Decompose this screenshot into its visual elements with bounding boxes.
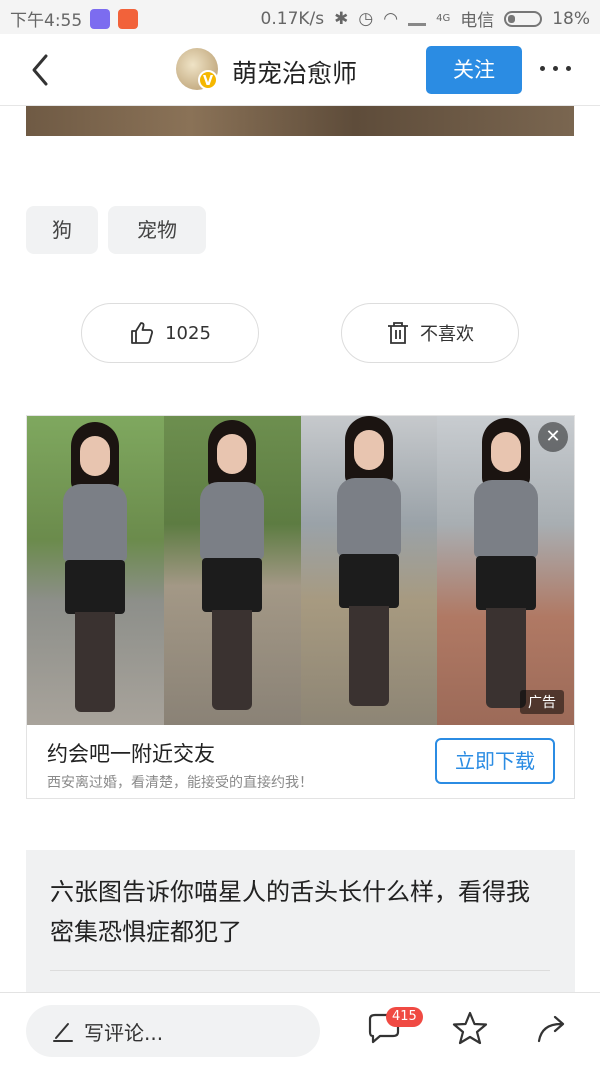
- back-chevron-icon[interactable]: [26, 52, 58, 88]
- trash-icon: [388, 322, 408, 344]
- notification-shield-icon: [118, 8, 139, 29]
- follow-button[interactable]: 关注: [426, 46, 522, 94]
- comment-placeholder: 写评论...: [84, 1020, 164, 1045]
- comment-count-badge: 415: [386, 1007, 423, 1027]
- ad-photo-2: [163, 416, 301, 725]
- status-time: 下午4:55: [10, 11, 83, 31]
- ad-close-icon[interactable]: ✕: [538, 422, 568, 452]
- ad-description: 西安离过婚，看清楚，能接受的直接约我！: [47, 775, 313, 791]
- network-speed: 0.17K/s: [260, 8, 325, 29]
- thumbs-up-icon: [131, 322, 154, 344]
- author-name[interactable]: 萌宠治愈师: [232, 54, 357, 90]
- status-bar: 下午4:55 0.17K/s ✱ ◷ ◠ 4G 电信 18%: [0, 0, 600, 34]
- carrier-name: 电信: [460, 11, 495, 31]
- ad-photo-4: [437, 416, 574, 725]
- ad-photo-1: [27, 416, 164, 725]
- status-right: 0.17K/s ✱ ◷ ◠ 4G 电信 18%: [260, 6, 590, 32]
- ad-title[interactable]: 约会吧一附近交友: [47, 738, 215, 768]
- dislike-button[interactable]: 不喜欢: [341, 303, 519, 363]
- top-nav-bar: V 萌宠治愈师 关注: [0, 34, 600, 106]
- like-button[interactable]: 1025: [81, 303, 259, 363]
- status-left: 下午4:55: [10, 6, 139, 31]
- verified-badge: V: [198, 70, 218, 90]
- related-article-title[interactable]: 六张图告诉你喵星人的舌头长什么样，看得我密集恐惧症都犯了: [50, 872, 550, 952]
- bottom-action-bar: 写评论... 415: [0, 992, 600, 1067]
- divider: [50, 970, 550, 971]
- ad-card[interactable]: ✕ 广告 约会吧一附近交友 西安离过婚，看清楚，能接受的直接约我！ 立即下载: [26, 415, 575, 799]
- signal-icon: [408, 12, 427, 26]
- wifi-icon: ◠: [383, 8, 399, 29]
- ad-photo-strip[interactable]: [27, 416, 574, 725]
- battery-icon: [504, 10, 543, 27]
- tag-dog[interactable]: 狗: [26, 206, 98, 254]
- ad-photo-3: [300, 416, 438, 725]
- network-type: 4G: [436, 13, 451, 24]
- comment-input[interactable]: 写评论...: [26, 1005, 320, 1057]
- more-dots-icon[interactable]: [540, 66, 571, 71]
- battery-level: 18%: [552, 8, 590, 29]
- bluetooth-icon: ✱: [334, 8, 349, 29]
- related-article-card[interactable]: 六张图告诉你喵星人的舌头长什么样，看得我密集恐惧症都犯了: [26, 850, 575, 1000]
- share-arrow-icon[interactable]: [533, 1009, 573, 1049]
- ad-download-button[interactable]: 立即下载: [435, 738, 555, 784]
- star-icon[interactable]: [450, 1009, 490, 1049]
- pencil-icon: [53, 1023, 73, 1042]
- ad-label-badge: 广告: [520, 690, 564, 714]
- article-image[interactable]: [26, 106, 574, 136]
- dislike-label: 不喜欢: [420, 324, 474, 345]
- tag-pet[interactable]: 宠物: [108, 206, 206, 254]
- like-count: 1025: [165, 322, 211, 344]
- notification-app-icon: [90, 8, 111, 29]
- alarm-icon: ◷: [358, 8, 374, 29]
